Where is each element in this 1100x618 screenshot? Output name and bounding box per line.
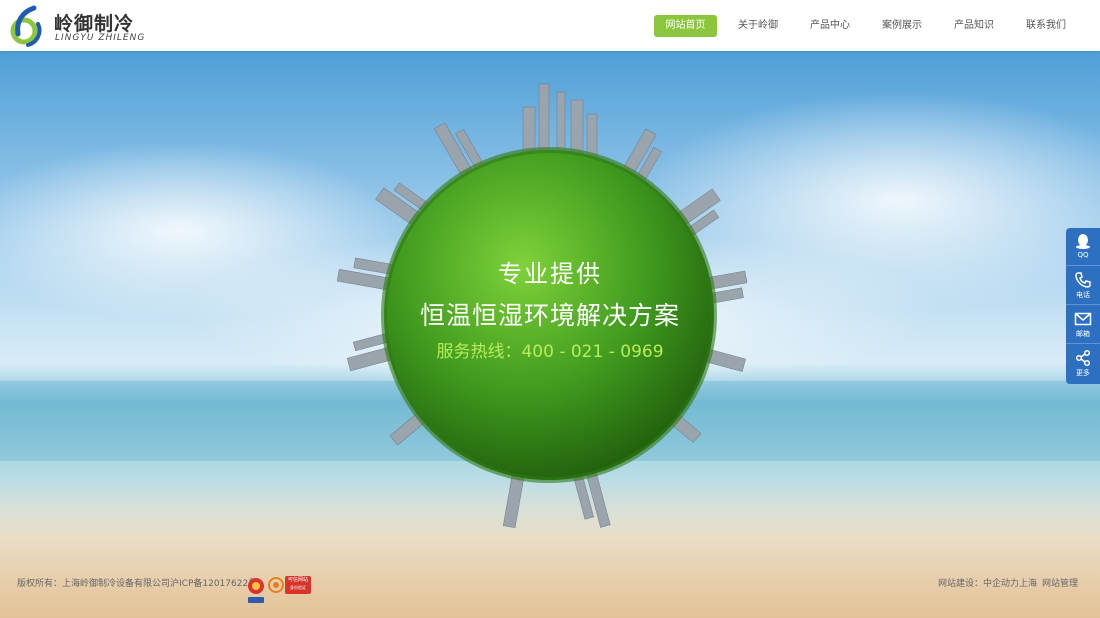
footer-site-builder[interactable]: 网站建设：中企动力上海 — [938, 576, 1037, 589]
main-nav: 网站首页 关于岭御 产品中心 案例展示 产品知识 联系我们 — [0, 15, 1100, 37]
side-qq-button[interactable]: QQ — [1066, 228, 1100, 266]
site-header: 岭御制冷 LINGYU ZHILENG 网站首页 关于岭御 产品中心 案例展示 … — [0, 0, 1100, 51]
nav-products[interactable]: 产品中心 — [799, 15, 861, 37]
trust-badge-title: 可信网站 — [287, 577, 308, 583]
trust-badge-sub: 身份验证 — [290, 585, 306, 590]
hero-background — [0, 51, 1100, 618]
side-mail-label: 邮箱 — [1076, 330, 1090, 338]
site-footer: 版权所有：上海岭御制冷设备有限公司 沪ICP备12017622号 可信网站 身份… — [0, 576, 1100, 606]
nav-home[interactable]: 网站首页 — [654, 15, 717, 37]
nav-cases[interactable]: 案例展示 — [871, 15, 933, 37]
nav-contact[interactable]: 联系我们 — [1015, 15, 1077, 37]
hero-subheadline: 恒温恒湿环境解决方案 — [419, 301, 680, 330]
side-mail-button[interactable]: 邮箱 — [1066, 306, 1100, 344]
share-icon — [1075, 349, 1091, 367]
hero-headline: 专业提供 — [498, 260, 602, 288]
hero-banner: 专业提供 恒温恒湿环境解决方案 服务热线：400 - 021 - 0969 — [0, 51, 1100, 618]
side-more-button[interactable]: 更多 — [1066, 345, 1100, 383]
footer-copyright: 版权所有：上海岭御制冷设备有限公司 — [17, 579, 171, 589]
trust-shield-icon — [268, 577, 284, 593]
footer-icp-link[interactable]: 沪ICP备12017622号 — [170, 576, 257, 589]
police-emblem-badge[interactable] — [247, 576, 265, 604]
side-qq-label: QQ — [1077, 251, 1089, 259]
mail-icon — [1074, 312, 1092, 326]
nav-knowledge[interactable]: 产品知识 — [943, 15, 1005, 37]
trust-site-badge[interactable]: 可信网站 身份验证 — [285, 576, 311, 594]
side-phone-button[interactable]: 电话 — [1066, 267, 1100, 305]
hero-hotline: 服务热线：400 - 021 - 0969 — [436, 342, 664, 362]
side-toolbar: QQ 电话 邮箱 更多 — [1066, 228, 1100, 384]
side-phone-label: 电话 — [1076, 291, 1090, 299]
footer-admin-link[interactable]: 网站管理 — [1042, 576, 1078, 589]
phone-icon — [1075, 272, 1091, 288]
nav-about[interactable]: 关于岭御 — [727, 15, 789, 37]
side-more-label: 更多 — [1076, 369, 1090, 377]
qq-penguin-icon — [1076, 234, 1090, 249]
